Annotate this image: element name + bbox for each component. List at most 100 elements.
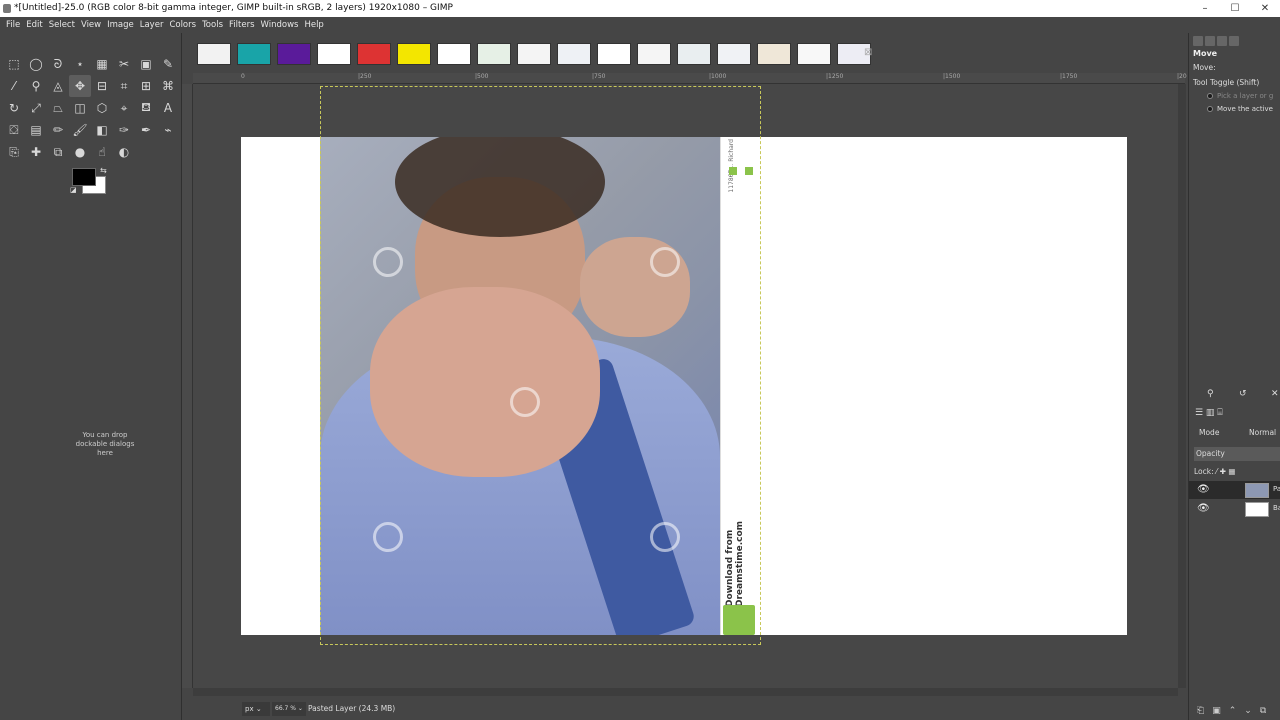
rect-select-icon[interactable]: ⬚ — [3, 53, 25, 75]
visibility-eye-icon[interactable]: 👁 — [1197, 503, 1210, 514]
canvas-area[interactable]: 117867… Richard Download from Dreamstime… — [193, 84, 1178, 688]
vertical-scrollbar[interactable] — [1178, 84, 1186, 688]
menu-colors[interactable]: Colors — [166, 17, 199, 33]
handle-transform-icon[interactable]: ⌖ — [113, 97, 135, 119]
close-button[interactable]: ✕ — [1250, 0, 1280, 17]
menu-tools[interactable]: Tools — [199, 17, 226, 33]
foreground-color[interactable] — [72, 168, 96, 186]
new-layer-icon[interactable]: ⎗ — [1197, 706, 1204, 716]
menu-edit[interactable]: Edit — [23, 17, 45, 33]
layer-row[interactable]: 👁 Pa — [1189, 481, 1280, 499]
tab-thumb-10[interactable] — [557, 43, 591, 65]
menu-windows[interactable]: Windows — [258, 17, 302, 33]
scissors-icon[interactable]: ✂ — [113, 53, 135, 75]
text-icon[interactable]: A — [157, 97, 179, 119]
tab-thumb-13[interactable] — [677, 43, 711, 65]
images-tab-icon[interactable] — [1229, 36, 1239, 46]
tab-thumb-16[interactable] — [797, 43, 831, 65]
raise-layer-icon[interactable]: ⌃ — [1229, 706, 1237, 716]
bucket-fill-icon[interactable]: ⛾ — [135, 97, 157, 119]
tab-thumb-14[interactable] — [717, 43, 751, 65]
menu-image[interactable]: Image — [104, 17, 137, 33]
tab-thumb-11[interactable] — [597, 43, 631, 65]
default-colors-icon[interactable]: ◪ — [70, 186, 77, 194]
warp-transform-icon[interactable]: ⌘ — [157, 75, 179, 97]
minimize-button[interactable]: – — [1190, 0, 1220, 17]
crop-icon[interactable]: ⌗ — [113, 75, 135, 97]
dodge-burn-icon[interactable]: ◐ — [113, 141, 135, 163]
tab-thumb-5[interactable] — [357, 43, 391, 65]
rotate-icon[interactable]: ↻ — [3, 97, 25, 119]
perspective-clone-icon[interactable]: ⧉ — [47, 141, 69, 163]
airbrush-icon[interactable]: ✑ — [113, 119, 135, 141]
menu-layer[interactable]: Layer — [137, 17, 167, 33]
layer-opacity-slider[interactable]: Opacity — [1194, 447, 1280, 461]
tab-thumb-2[interactable] — [237, 43, 271, 65]
tab-thumb-6[interactable] — [397, 43, 431, 65]
tabs-close-icon[interactable]: ⊠ — [864, 47, 872, 58]
align-icon[interactable]: ⊟ — [91, 75, 113, 97]
move-active-radio[interactable] — [1207, 106, 1213, 112]
swap-colors-icon[interactable]: ⇆ — [100, 166, 107, 175]
lower-layer-icon[interactable]: ⌄ — [1244, 706, 1252, 716]
zoom-icon[interactable]: ⚲ — [25, 75, 47, 97]
paths-icon[interactable]: ✎ — [157, 53, 179, 75]
bucket-icon[interactable]: ⛋ — [3, 119, 25, 141]
ellipse-select-icon[interactable]: ◯ — [25, 53, 47, 75]
mypaint-brush-icon[interactable]: ⌁ — [157, 119, 179, 141]
fuzzy-select-icon[interactable]: ⋆ — [69, 53, 91, 75]
reset-icon[interactable]: ↺ — [1239, 389, 1247, 399]
blur-icon[interactable]: ● — [69, 141, 91, 163]
tab-thumb-9[interactable] — [517, 43, 551, 65]
unit-select[interactable]: px ⌄ — [242, 702, 270, 716]
panel-close-icon[interactable]: ✕ — [1271, 389, 1279, 399]
maximize-button[interactable]: ☐ — [1220, 0, 1250, 17]
zoom-select[interactable]: 66.7 % ⌄ — [272, 702, 306, 716]
menu-filters[interactable]: Filters — [226, 17, 257, 33]
smudge-icon[interactable]: ☝ — [91, 141, 113, 163]
tool-options-tab-icon[interactable] — [1193, 36, 1203, 46]
ink-icon[interactable]: ✒ — [135, 119, 157, 141]
menu-select[interactable]: Select — [46, 17, 78, 33]
tab-thumb-1[interactable] — [197, 43, 231, 65]
pencil-icon[interactable]: ✏ — [47, 119, 69, 141]
clone-icon[interactable]: ⎘ — [3, 141, 25, 163]
layer-name[interactable]: Ba — [1273, 504, 1280, 512]
menu-view[interactable]: View — [78, 17, 104, 33]
cage-icon[interactable]: ⬡ — [91, 97, 113, 119]
perspective-icon[interactable]: ⏢ — [47, 97, 69, 119]
paintbrush-icon[interactable]: 🖌 — [69, 119, 91, 141]
undo-history-tab-icon[interactable] — [1217, 36, 1227, 46]
menu-file[interactable]: File — [3, 17, 23, 33]
horizontal-scrollbar[interactable] — [193, 688, 1178, 696]
heal-icon[interactable]: ✚ — [25, 141, 47, 163]
flip-icon[interactable]: ◫ — [69, 97, 91, 119]
free-select-icon[interactable]: ᘐ — [47, 53, 69, 75]
tab-thumb-7[interactable] — [437, 43, 471, 65]
foreground-select-icon[interactable]: ▣ — [135, 53, 157, 75]
tab-thumb-4[interactable] — [317, 43, 351, 65]
color-picker-icon[interactable]: ⁄ — [3, 75, 25, 97]
tab-thumb-8[interactable] — [477, 43, 511, 65]
layer-row[interactable]: 👁 Ba — [1189, 500, 1280, 518]
unified-transform-icon[interactable]: ⊞ — [135, 75, 157, 97]
tab-thumb-15[interactable] — [757, 43, 791, 65]
device-status-tab-icon[interactable] — [1205, 36, 1215, 46]
tab-thumb-3[interactable] — [277, 43, 311, 65]
new-group-icon[interactable]: ▣ — [1212, 706, 1221, 716]
duplicate-layer-icon[interactable]: ⧉ — [1260, 706, 1266, 716]
gradient-icon[interactable]: ▤ — [25, 119, 47, 141]
eraser-icon[interactable]: ◧ — [91, 119, 113, 141]
layers-tab-icon[interactable]: ☰ ▥ ⌸ — [1195, 408, 1223, 418]
layer-mode-select[interactable]: Normal — [1249, 428, 1276, 437]
by-color-select-icon[interactable]: ▦ — [91, 53, 113, 75]
measure-icon[interactable]: ◬ — [47, 75, 69, 97]
layer-name[interactable]: Pa — [1273, 485, 1280, 493]
scale-icon[interactable]: ⤢ — [25, 97, 47, 119]
tab-thumb-12[interactable] — [637, 43, 671, 65]
layers-panel-icon[interactable]: ⚲ — [1207, 389, 1214, 399]
visibility-eye-icon[interactable]: 👁 — [1197, 484, 1210, 495]
move-icon[interactable]: ✥ — [69, 75, 91, 97]
pick-layer-radio[interactable] — [1207, 93, 1213, 99]
menu-help[interactable]: Help — [301, 17, 326, 33]
